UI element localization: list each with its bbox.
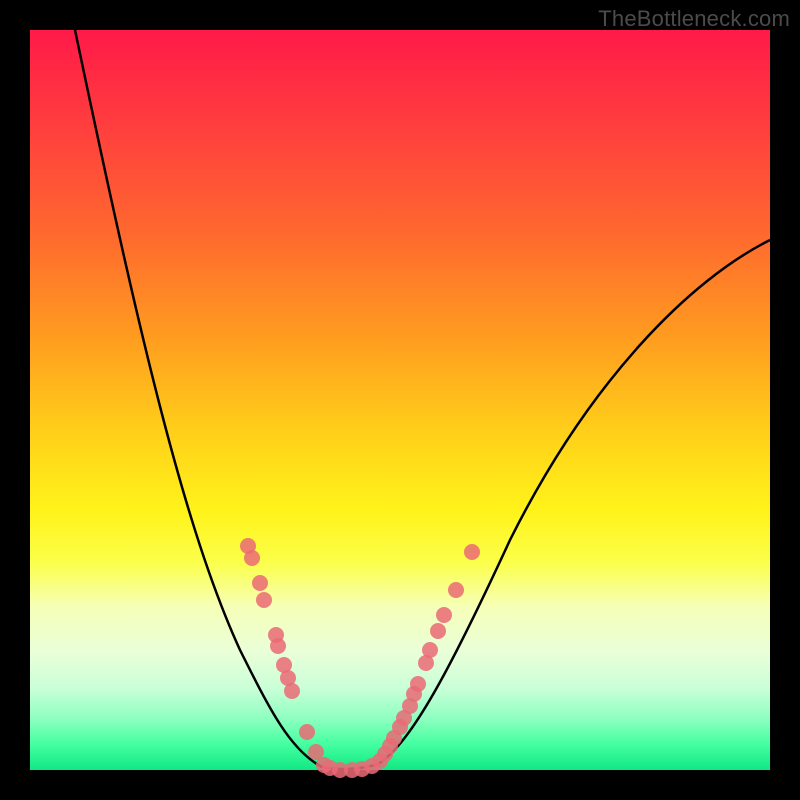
marker-point [430, 623, 446, 639]
marker-point [270, 638, 286, 654]
marker-point [252, 575, 268, 591]
watermark-text: TheBottleneck.com [598, 6, 790, 32]
marker-point [422, 642, 438, 658]
marker-point [448, 582, 464, 598]
marker-point [244, 550, 260, 566]
marker-point [410, 676, 426, 692]
marker-point [436, 607, 452, 623]
marker-group [240, 538, 480, 778]
marker-point [284, 683, 300, 699]
marker-point [256, 592, 272, 608]
plot-area [30, 30, 770, 770]
chart-svg [30, 30, 770, 770]
chart-frame: TheBottleneck.com [0, 0, 800, 800]
marker-point [299, 724, 315, 740]
marker-point [464, 544, 480, 560]
